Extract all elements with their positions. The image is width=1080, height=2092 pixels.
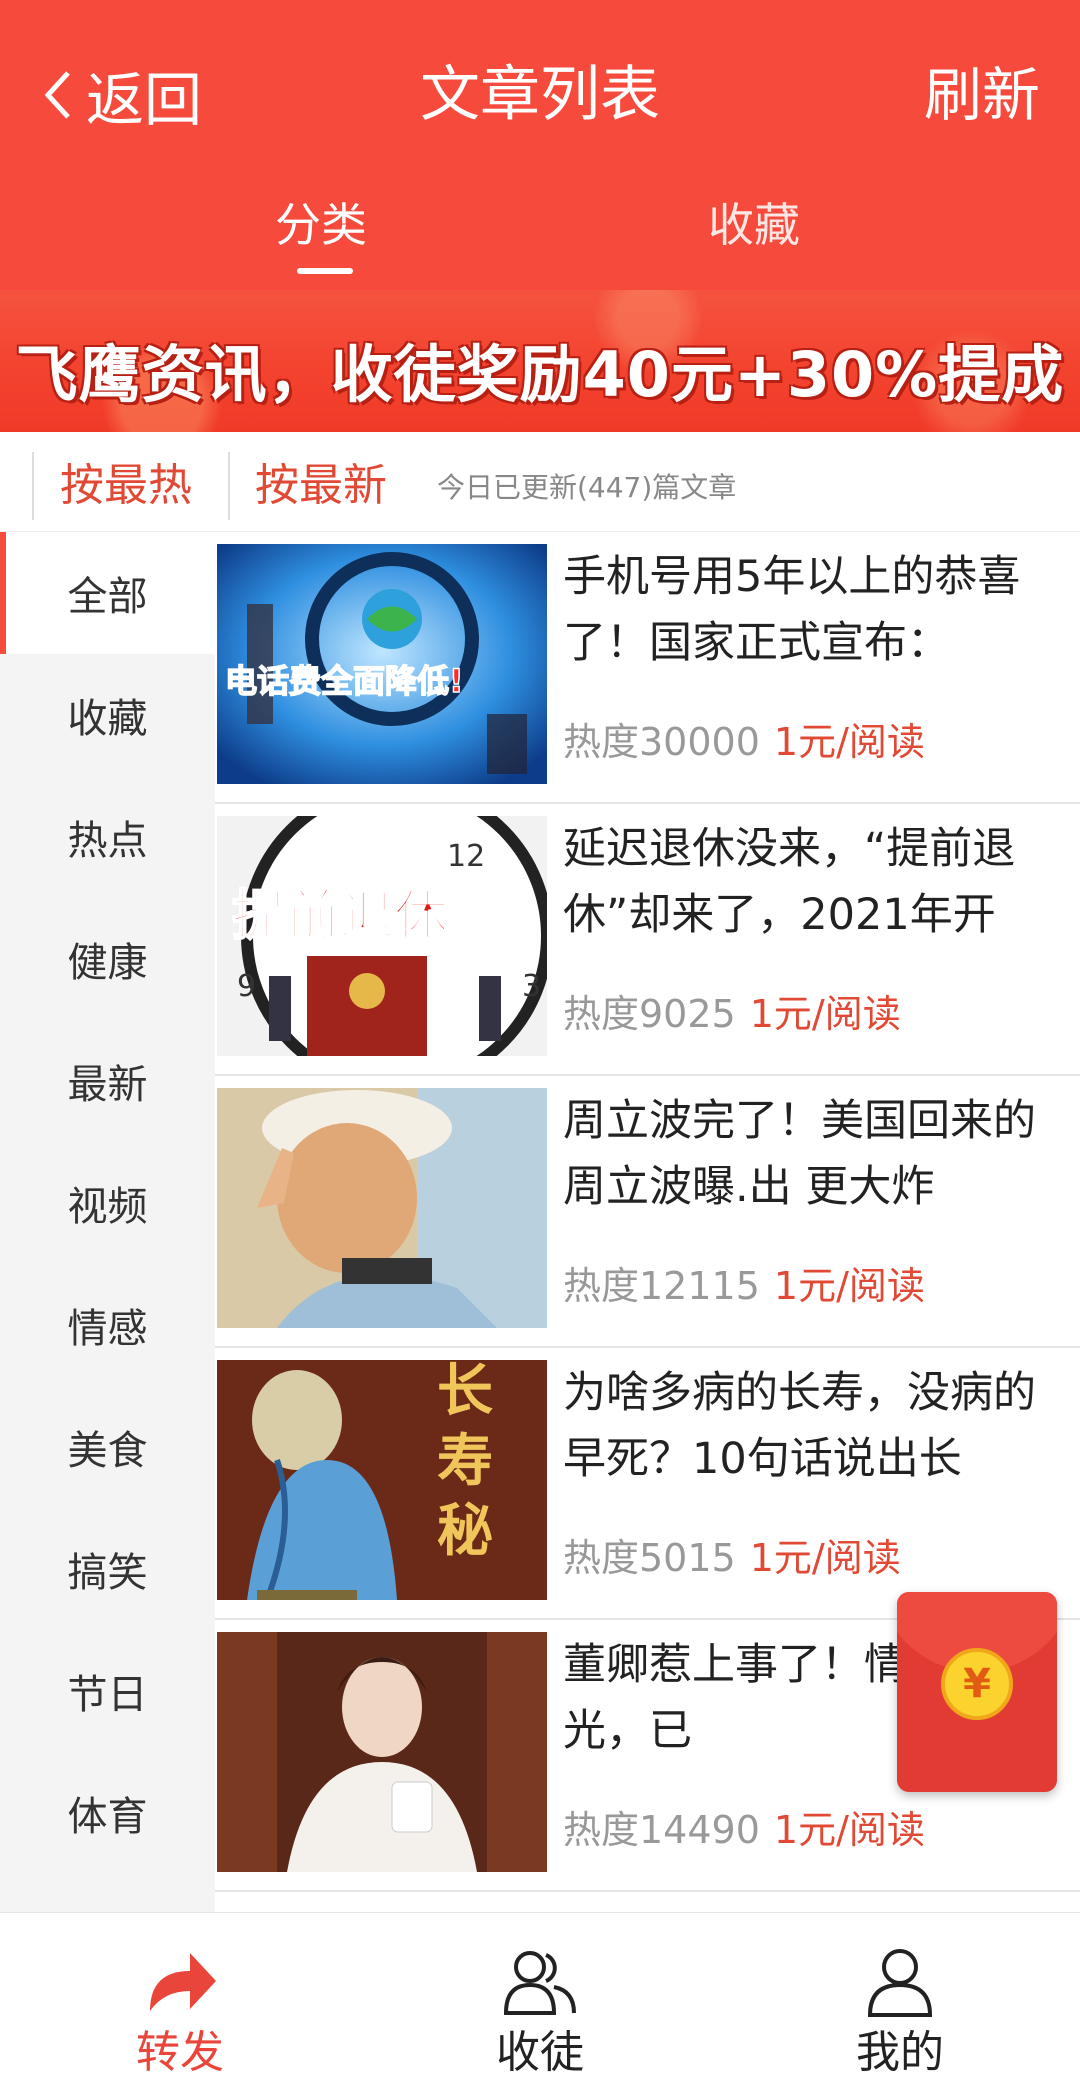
article-title: 延迟退休没来，“提前退休”却来了，2021年开 xyxy=(563,824,1016,940)
svg-text:12: 12 xyxy=(447,839,485,874)
article-item[interactable]: 长 寿 秘 为啥多病的长寿，没病的早死？10句话说出长 热度5015 1元/阅读 xyxy=(215,1348,1080,1620)
refresh-button[interactable]: 刷新 xyxy=(924,55,1040,135)
update-count-text: 今日已更新(447)篇文章 xyxy=(437,471,737,504)
top-bar: 返回 文章列表 刷新 xyxy=(0,0,1080,180)
sidebar-item-funny[interactable]: 搞笑 xyxy=(0,1508,215,1630)
article-title: 手机号用5年以上的恭喜了！国家正式宣布： xyxy=(563,552,1021,668)
sidebar-item-all[interactable]: 全部 xyxy=(0,532,215,654)
article-thumbnail: 12 9 3 提前退休 xyxy=(217,816,547,1056)
article-item[interactable]: 周立波完了！美国回来的周立波曝.出 更大炸 热度12115 1元/阅读 xyxy=(215,1076,1080,1348)
article-thumbnail: 长 寿 秘 xyxy=(217,1360,547,1600)
user-icon xyxy=(867,1949,933,2017)
nav-recruit-label: 收徒 xyxy=(496,2027,584,2078)
heat-count: 热度12115 xyxy=(563,1264,760,1308)
reward-rate: 1元/阅读 xyxy=(749,1536,901,1580)
svg-text:3: 3 xyxy=(522,969,541,1004)
article-thumbnail: 电话费全面降低! xyxy=(217,544,547,784)
article-meta: 热度14490 1元/阅读 xyxy=(563,1802,925,1858)
nav-share[interactable]: 转发 xyxy=(0,1913,360,2092)
divider xyxy=(228,452,230,520)
sidebar-item-video[interactable]: 视频 xyxy=(0,1142,215,1264)
tab-bar: 分类 收藏 xyxy=(0,180,1080,290)
tab-favorites[interactable]: 收藏 xyxy=(708,190,800,260)
nav-profile-label: 我的 xyxy=(856,2027,944,2078)
sort-hot-button[interactable]: 按最热 xyxy=(60,454,192,518)
category-sidebar: 全部 收藏 热点 健康 最新 视频 情感 美食 搞笑 节日 体育 xyxy=(0,532,215,1912)
sidebar-item-latest[interactable]: 最新 xyxy=(0,1020,215,1142)
reward-rate: 1元/阅读 xyxy=(773,720,925,764)
yen-coin-icon: ¥ xyxy=(941,1648,1013,1720)
nav-profile[interactable]: 我的 xyxy=(720,1913,1080,2092)
sidebar-item-emotion[interactable]: 情感 xyxy=(0,1264,215,1386)
red-packet-button[interactable]: ¥ xyxy=(897,1592,1057,1792)
article-title: 周立波完了！美国回来的周立波曝.出 更大炸 xyxy=(563,1096,1036,1212)
article-item[interactable]: 12 9 3 提前退休 延迟退休没来，“提前退休”却来了，2021年开 热度90… xyxy=(215,804,1080,1076)
article-meta: 热度30000 1元/阅读 xyxy=(563,714,925,770)
nav-share-label: 转发 xyxy=(136,2027,224,2078)
share-arrow-icon xyxy=(150,1953,216,2011)
thumbnail-caption: 电话费全面降低! xyxy=(225,662,464,700)
sidebar-item-sports[interactable]: 体育 xyxy=(0,1752,215,1874)
nav-recruit[interactable]: 收徒 xyxy=(360,1913,720,2092)
svg-text:9: 9 xyxy=(237,969,256,1004)
article-thumbnail xyxy=(217,1632,547,1872)
users-icon xyxy=(503,1951,576,2015)
heat-count: 热度5015 xyxy=(563,1536,736,1580)
heat-count: 热度14490 xyxy=(563,1808,760,1852)
bottom-nav: 转发 收徒 我的 xyxy=(0,1912,1080,2091)
header: 返回 文章列表 刷新 分类 收藏 xyxy=(0,0,1080,290)
svg-text:秘: 秘 xyxy=(437,1498,493,1564)
article-meta: 热度5015 1元/阅读 xyxy=(563,1530,901,1586)
sidebar-item-health[interactable]: 健康 xyxy=(0,898,215,1020)
article-meta: 热度12115 1元/阅读 xyxy=(563,1258,925,1314)
sort-new-button[interactable]: 按最新 xyxy=(255,454,387,518)
sidebar-item-favorites[interactable]: 收藏 xyxy=(0,654,215,776)
sort-bar: 按最热 按最新 今日已更新(447)篇文章 xyxy=(0,432,1080,532)
sidebar-item-hot[interactable]: 热点 xyxy=(0,776,215,898)
svg-text:寿: 寿 xyxy=(437,1428,493,1494)
thumbnail-caption: 提前退休 xyxy=(232,884,449,947)
page-title: 文章列表 xyxy=(420,60,660,130)
heat-count: 热度9025 xyxy=(563,992,736,1036)
article-item[interactable]: 电话费全面降低! 手机号用5年以上的恭喜了！国家正式宣布： 热度30000 1元/… xyxy=(215,532,1080,804)
article-thumbnail xyxy=(217,1088,547,1328)
article-title: 为啥多病的长寿，没病的早死？10句话说出长 xyxy=(563,1368,1036,1484)
promo-banner[interactable]: 飞鹰资讯，收徒奖励40元+30%提成 xyxy=(0,290,1080,432)
article-meta: 热度9025 1元/阅读 xyxy=(563,986,901,1042)
reward-rate: 1元/阅读 xyxy=(773,1264,925,1308)
sidebar-item-food[interactable]: 美食 xyxy=(0,1386,215,1508)
reward-rate: 1元/阅读 xyxy=(773,1808,925,1852)
banner-text: 飞鹰资讯，收徒奖励40元+30%提成 xyxy=(15,338,1065,411)
tab-active-indicator xyxy=(297,268,353,274)
tab-category[interactable]: 分类 xyxy=(275,190,367,260)
sidebar-item-holiday[interactable]: 节日 xyxy=(0,1630,215,1752)
divider xyxy=(32,452,34,520)
svg-text:长: 长 xyxy=(437,1360,493,1424)
reward-rate: 1元/阅读 xyxy=(749,992,901,1036)
heat-count: 热度30000 xyxy=(563,720,760,764)
